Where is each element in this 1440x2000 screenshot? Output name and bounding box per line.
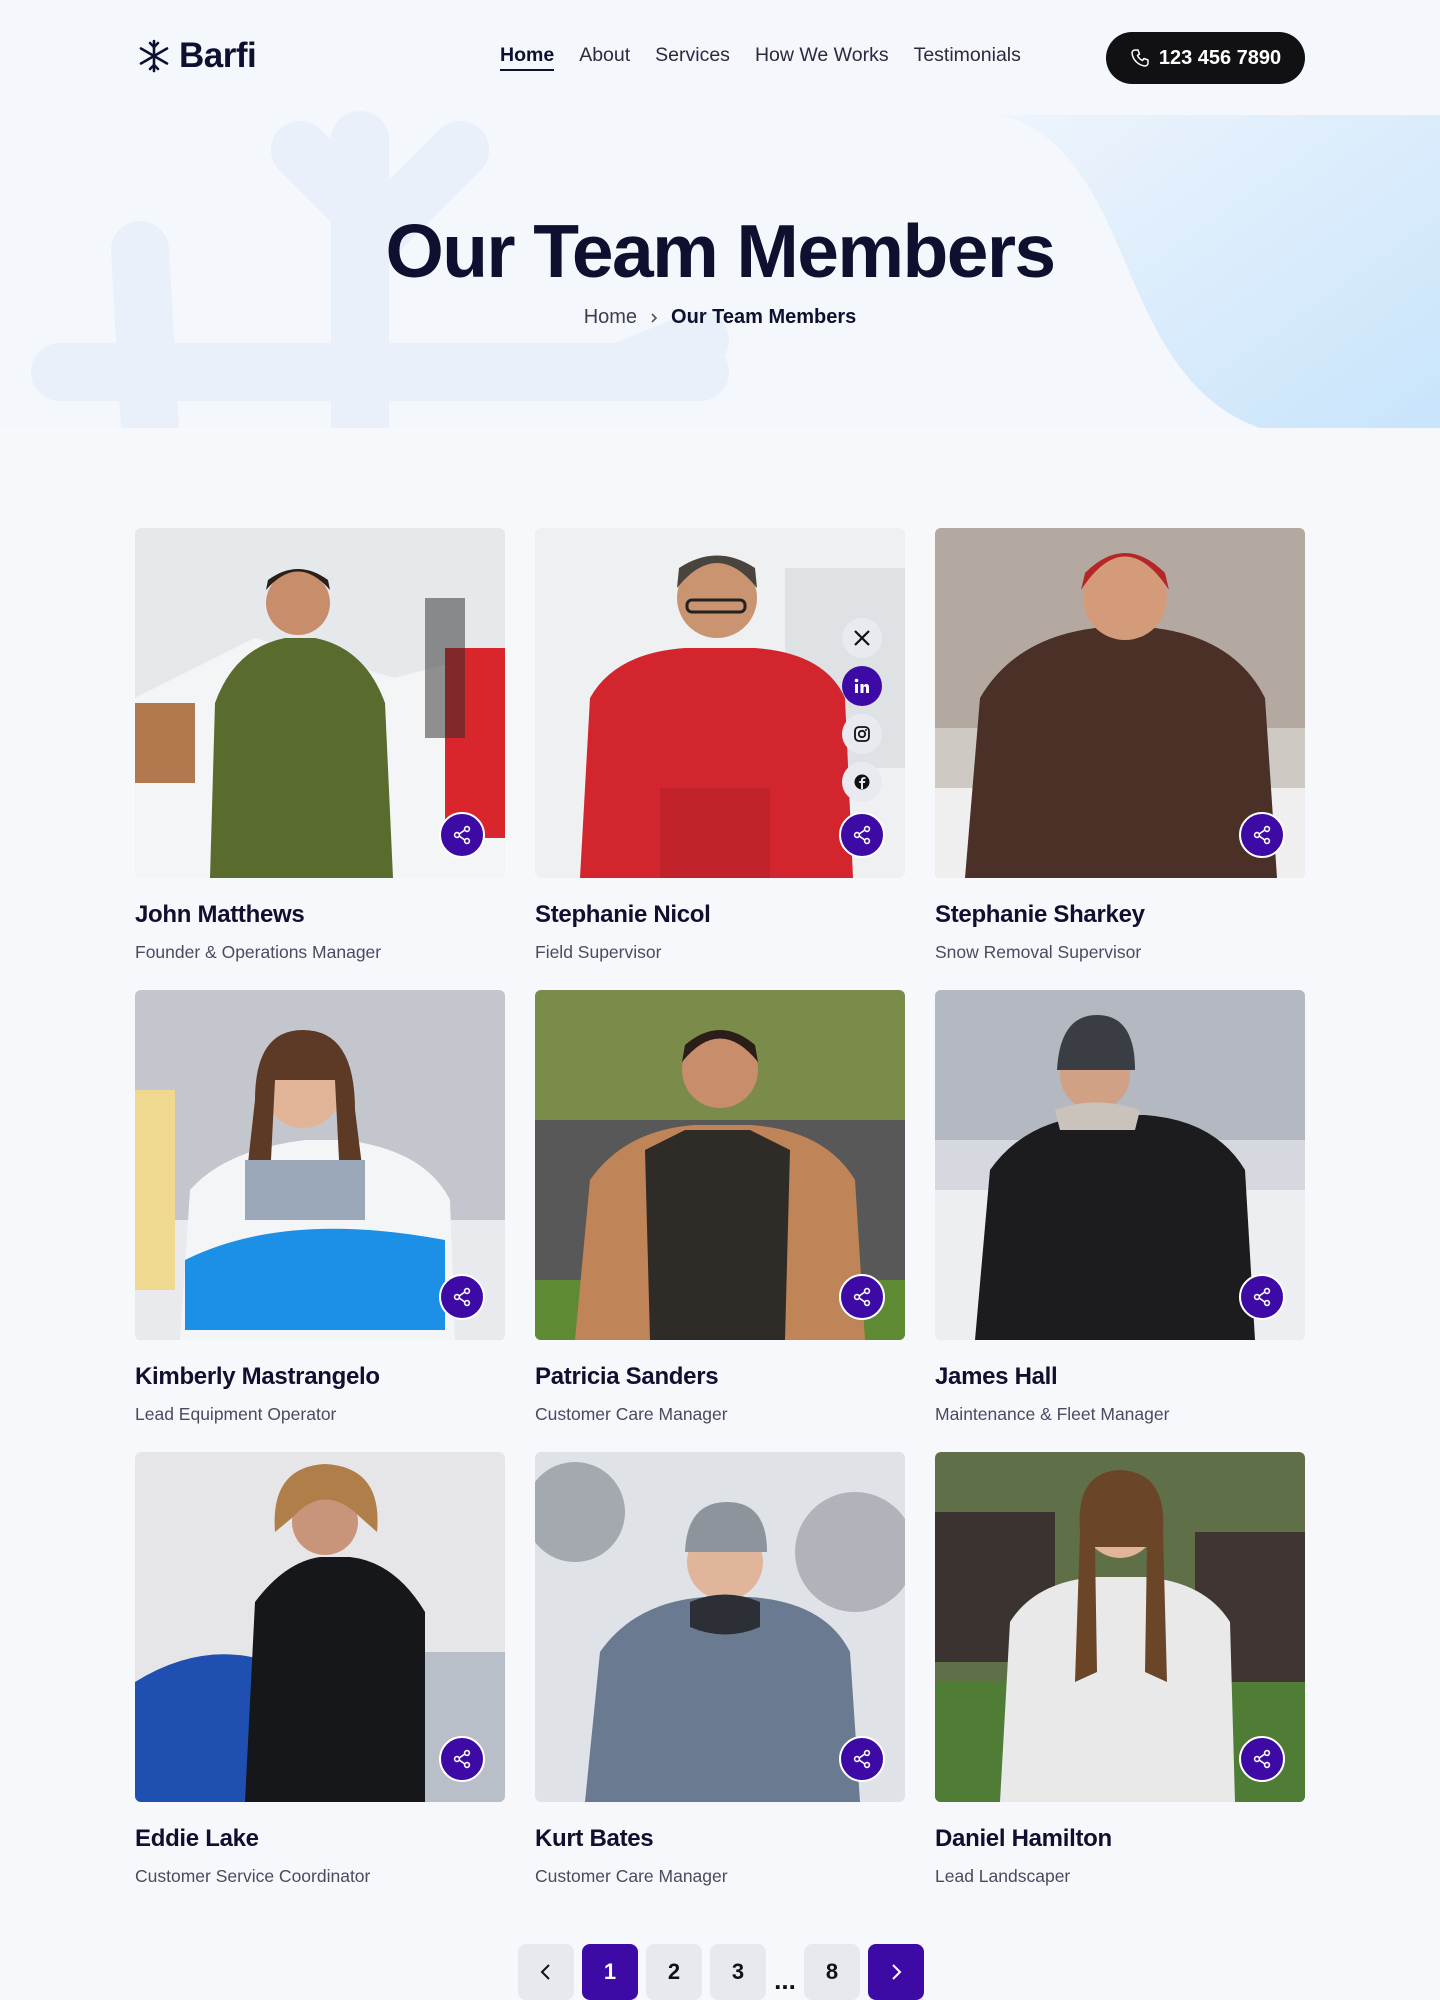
member-name[interactable]: John Matthews	[135, 901, 505, 929]
page-button[interactable]: 1	[582, 1944, 638, 2000]
share-icon	[1253, 1287, 1271, 1307]
phone-icon	[1131, 49, 1149, 67]
share-icon	[853, 1749, 871, 1769]
team-photo	[535, 990, 905, 1340]
share-icon	[853, 825, 871, 845]
member-role: Lead Equipment Operator	[135, 1404, 337, 1424]
linkedin-link[interactable]	[842, 666, 882, 706]
member-name[interactable]: Stephanie Nicol	[535, 901, 905, 929]
member-role: Customer Care Manager	[535, 1404, 728, 1424]
pagination-ellipsis: ...	[774, 1965, 796, 1995]
page-button[interactable]: 8	[804, 1944, 860, 2000]
team-photo	[535, 528, 905, 878]
share-button[interactable]	[439, 1736, 485, 1782]
member-name[interactable]: Eddie Lake	[135, 1825, 505, 1853]
team-card: John Matthews Founder & Operations Manag…	[135, 528, 505, 963]
team-card: Daniel Hamilton Lead Landscaper	[935, 1452, 1305, 1887]
page-title: Our Team Members	[385, 209, 1056, 293]
member-name[interactable]: Patricia Sanders	[535, 1363, 905, 1391]
team-photo	[135, 528, 505, 878]
member-role: Maintenance & Fleet Manager	[935, 1404, 1170, 1424]
team-photo	[135, 1452, 505, 1802]
snowflake-logo-icon	[139, 39, 169, 73]
share-icon	[1253, 825, 1271, 845]
team-card: Patricia Sanders Customer Care Manager	[535, 990, 905, 1425]
team-card: Eddie Lake Customer Service Coordinator	[135, 1452, 505, 1887]
nav-home[interactable]: Home	[500, 44, 555, 71]
share-button[interactable]	[839, 1736, 885, 1782]
nav-testimonials[interactable]: Testimonials	[914, 44, 1021, 71]
member-name[interactable]: Kurt Bates	[535, 1825, 905, 1853]
prev-page-button[interactable]	[518, 1944, 574, 2000]
pagination: 1 2 3 ... 8	[518, 1944, 924, 2000]
share-button[interactable]	[439, 1274, 485, 1320]
share-icon	[453, 825, 471, 845]
team-card: Stephanie Sharkey Snow Removal Superviso…	[935, 528, 1305, 963]
team-photo	[135, 990, 505, 1340]
share-icon	[453, 1287, 471, 1307]
team-card: James Hall Maintenance & Fleet Manager	[935, 990, 1305, 1425]
phone-button[interactable]: 123 456 7890	[1106, 32, 1305, 84]
next-page-button[interactable]	[868, 1944, 924, 2000]
share-button[interactable]	[839, 812, 885, 858]
team-photo	[535, 1452, 905, 1802]
member-role: Field Supervisor	[535, 942, 662, 962]
team-card: Kimberly Mastrangelo Lead Equipment Oper…	[135, 990, 505, 1425]
logo[interactable]: Barfi	[137, 36, 257, 76]
member-name[interactable]: Kimberly Mastrangelo	[135, 1363, 505, 1391]
page-button[interactable]: 3	[710, 1944, 766, 2000]
linkedin-icon	[854, 678, 869, 693]
member-role: Customer Service Coordinator	[135, 1866, 371, 1886]
member-role: Snow Removal Supervisor	[935, 942, 1142, 962]
member-role: Lead Landscaper	[935, 1866, 1071, 1886]
team-card: Stephanie Nicol Field Supervisor	[535, 528, 905, 963]
team-photo	[935, 528, 1305, 878]
breadcrumb-current: Our Team Members	[671, 306, 857, 328]
instagram-link[interactable]	[842, 714, 882, 754]
share-button[interactable]	[1239, 812, 1285, 858]
member-name[interactable]: Stephanie Sharkey	[935, 901, 1305, 929]
breadcrumb-home-link[interactable]: Home	[584, 306, 637, 329]
chevron-right-icon	[892, 1964, 902, 1980]
breadcrumb: Home Our Team Members	[0, 306, 1440, 329]
nav-services[interactable]: Services	[655, 44, 730, 71]
logo-text: Barfi	[179, 36, 257, 75]
share-button[interactable]	[439, 812, 485, 858]
member-role: Customer Care Manager	[535, 1866, 728, 1886]
facebook-link[interactable]	[842, 762, 882, 802]
facebook-icon	[854, 774, 870, 790]
member-name[interactable]: James Hall	[935, 1363, 1305, 1391]
share-icon	[1253, 1749, 1271, 1769]
x-icon	[854, 630, 870, 646]
team-card: Kurt Bates Customer Care Manager	[535, 1452, 905, 1887]
nav-how-we-works[interactable]: How We Works	[755, 44, 889, 71]
share-button[interactable]	[1239, 1274, 1285, 1320]
instagram-icon	[854, 726, 870, 742]
share-button[interactable]	[1239, 1736, 1285, 1782]
x-link[interactable]	[842, 618, 882, 658]
share-button[interactable]	[839, 1274, 885, 1320]
team-photo	[935, 1452, 1305, 1802]
phone-number: 123 456 7890	[1158, 46, 1282, 69]
member-role: Founder & Operations Manager	[135, 942, 382, 962]
chevron-right-icon	[651, 312, 658, 323]
share-icon	[853, 1287, 871, 1307]
social-links	[842, 618, 882, 802]
chevron-left-icon	[540, 1964, 550, 1980]
site-header: Barfi Home About Services How We Works T…	[0, 0, 1440, 115]
nav-about[interactable]: About	[579, 44, 630, 71]
page-button[interactable]: 2	[646, 1944, 702, 2000]
member-name[interactable]: Daniel Hamilton	[935, 1825, 1305, 1853]
main-nav: Home About Services How We Works Testimo…	[500, 44, 1021, 71]
team-photo	[935, 990, 1305, 1340]
share-icon	[453, 1749, 471, 1769]
